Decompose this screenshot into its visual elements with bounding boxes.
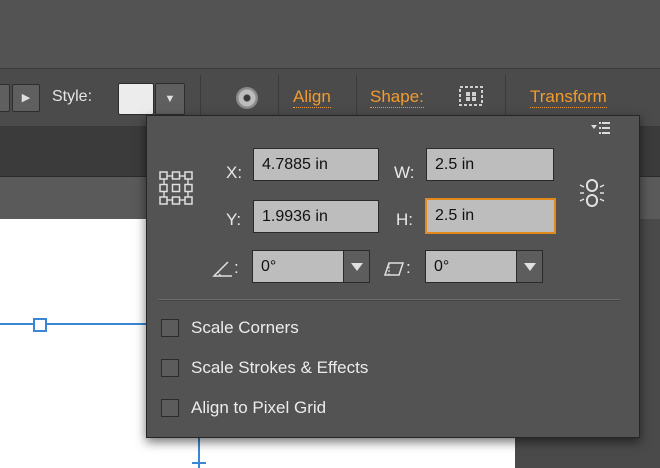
shape-link[interactable]: Shape: bbox=[370, 87, 424, 108]
reference-point-icon[interactable] bbox=[158, 170, 194, 206]
play-right-icon: ▶ bbox=[21, 92, 31, 104]
y-label: Y: bbox=[226, 210, 242, 229]
x-position-field[interactable]: 4.7885 in bbox=[253, 148, 379, 181]
align-to-pixel-grid-label: Align to Pixel Grid bbox=[191, 398, 327, 417]
previous-button[interactable] bbox=[0, 84, 10, 112]
style-dropdown-button[interactable]: ▼ bbox=[155, 83, 185, 115]
toolbar-divider bbox=[200, 75, 201, 119]
panel-divider bbox=[158, 299, 620, 300]
chevron-down-icon: ▼ bbox=[164, 93, 176, 105]
recolor-artwork-icon[interactable] bbox=[236, 87, 258, 109]
shear-separator: : bbox=[406, 258, 411, 277]
x-label: X: bbox=[226, 163, 243, 182]
toolbar-divider bbox=[278, 75, 279, 119]
width-label: W: bbox=[394, 163, 415, 182]
chevron-down-icon bbox=[524, 263, 536, 271]
rotate-angle-field[interactable]: 0° bbox=[252, 250, 344, 283]
scale-corners-label: Scale Corners bbox=[191, 318, 299, 337]
toolbar-divider bbox=[356, 75, 357, 119]
transform-link[interactable]: Transform bbox=[530, 87, 607, 108]
shear-angle-field[interactable]: 0° bbox=[425, 250, 517, 283]
width-field[interactable]: 2.5 in bbox=[426, 148, 554, 181]
constrain-proportions-icon[interactable] bbox=[579, 177, 605, 209]
toolbar-divider bbox=[505, 75, 506, 119]
scale-corners-checkbox[interactable] bbox=[161, 319, 179, 337]
chevron-down-icon bbox=[351, 263, 363, 271]
style-label: Style: bbox=[52, 88, 93, 105]
rotate-angle-icon bbox=[212, 261, 232, 277]
align-link[interactable]: Align bbox=[293, 87, 331, 108]
selection-handle[interactable] bbox=[33, 318, 47, 332]
shear-angle-dropdown[interactable] bbox=[516, 250, 543, 283]
next-button[interactable]: ▶ bbox=[12, 84, 40, 112]
scale-strokes-effects-checkbox[interactable] bbox=[161, 359, 179, 377]
shape-icon[interactable] bbox=[457, 84, 485, 108]
height-field[interactable]: 2.5 in bbox=[425, 198, 556, 234]
app-top-area bbox=[0, 0, 660, 68]
rotate-angle-dropdown[interactable] bbox=[343, 250, 370, 283]
y-position-field[interactable]: 1.9936 in bbox=[253, 200, 379, 233]
graphic-style-swatch[interactable] bbox=[118, 83, 154, 115]
selection-handle[interactable] bbox=[192, 462, 206, 464]
panel-menu-icon[interactable] bbox=[589, 120, 611, 136]
selection-bounding-edge bbox=[0, 323, 160, 325]
align-to-pixel-grid-checkbox[interactable] bbox=[161, 399, 179, 417]
height-label: H: bbox=[396, 210, 413, 229]
rotate-separator: : bbox=[234, 258, 239, 277]
scale-strokes-effects-label: Scale Strokes & Effects bbox=[191, 358, 369, 377]
shear-angle-icon bbox=[383, 262, 405, 276]
